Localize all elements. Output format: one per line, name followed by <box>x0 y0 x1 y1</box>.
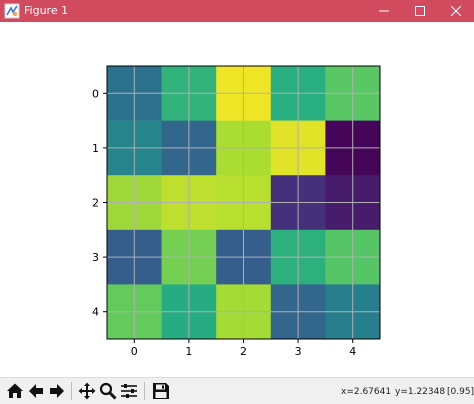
x-tick-label-3: 3 <box>295 345 302 358</box>
navigation-toolbar: x=2.67641 y=1.22348 [0.95] <box>0 377 474 404</box>
x-coordinate-readout: x=2.67641 <box>341 387 392 397</box>
minimize-icon <box>379 10 389 12</box>
figure-app-icon <box>4 3 20 19</box>
y-tick-label-3: 3 <box>92 251 99 264</box>
x-tick-label-1: 1 <box>185 345 192 358</box>
forward-icon <box>50 384 64 398</box>
minimize-button[interactable] <box>366 0 402 22</box>
zoom-icon <box>99 382 117 400</box>
close-icon <box>451 6 461 16</box>
x-tick-label-2: 2 <box>240 345 247 358</box>
maximize-button[interactable] <box>402 0 438 22</box>
toolbar-separator <box>71 382 72 400</box>
window-title: Figure 1 <box>24 4 69 17</box>
configure-subplots-icon <box>121 384 137 398</box>
save-button[interactable] <box>151 380 171 402</box>
pixel-value-readout: [0.95] <box>447 387 474 397</box>
toolbar-separator <box>144 382 145 400</box>
y-tick-label-4: 4 <box>92 306 99 319</box>
configure-subplots-button[interactable] <box>119 380 139 402</box>
y-tick-label-2: 2 <box>92 197 99 210</box>
forward-button[interactable] <box>47 380 67 402</box>
figure-canvas[interactable]: 0 1 2 3 4 0 1 2 3 4 <box>0 22 474 377</box>
y-tick-label-0: 0 <box>92 87 99 100</box>
y-coordinate-readout: y=1.22348 <box>395 387 446 397</box>
x-tick-label-4: 4 <box>349 345 356 358</box>
back-button[interactable] <box>26 380 46 402</box>
pan-icon <box>78 382 96 400</box>
save-icon <box>153 383 169 399</box>
heatmap-chart: 0 1 2 3 4 0 1 2 3 4 <box>92 65 381 358</box>
maximize-icon <box>415 6 425 16</box>
pan-button[interactable] <box>77 380 97 402</box>
back-icon <box>29 384 43 398</box>
home-icon <box>7 383 23 398</box>
zoom-button[interactable] <box>98 380 118 402</box>
y-tick-label-1: 1 <box>92 142 99 155</box>
title-bar: Figure 1 <box>0 0 474 22</box>
x-tick-label-0: 0 <box>131 345 138 358</box>
home-button[interactable] <box>5 380 25 402</box>
close-button[interactable] <box>438 0 474 22</box>
